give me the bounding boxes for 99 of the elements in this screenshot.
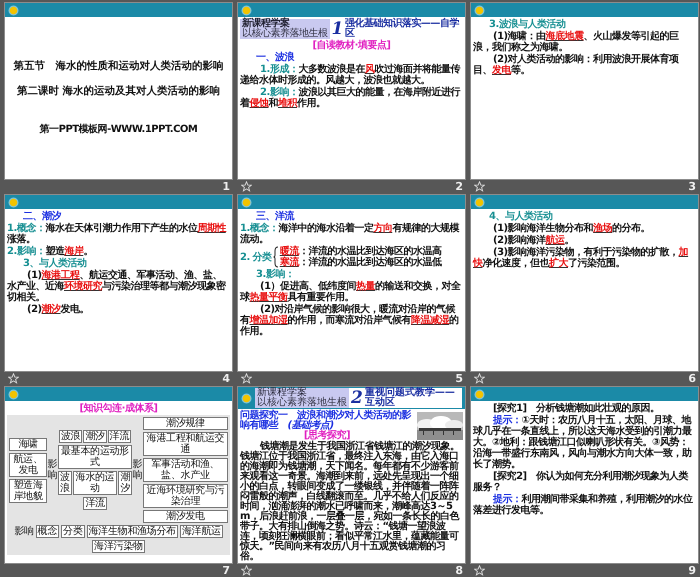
diagram-box: 海港工程和航运交通 — [143, 432, 228, 456]
slide-paragraph: 1.概念：海水在天体引潮力作用下产生的水位周期性 涨落。 — [7, 223, 228, 245]
slide-number: 1 — [222, 180, 230, 193]
diagram-box: 概念 — [36, 525, 60, 538]
slide-thumbnail[interactable]: 三、洋流 1.概念：海洋中的海水沿着一定方向有规律的大规模流动。 2. 分类 暖流：洋流的水温比到达海区的水温高 寒流：洋流的水温比到达海区的水温低 3.影响： (1）促进高、低纬度间热量的输送和交换，对全球热量平衡具有重要作用。 (2)对沿岸气候的影响很大，暖流对沿岸的气候有增温加湿的作用，而寒流对沿岸气候有降温减湿的作用。 — [237, 194, 466, 372]
slide-thumbnail[interactable]: 二、潮汐 1.概念：海水在天体引潮力作用下产生的水位周期性 涨落。 2.影响：塑造海岸。 3、与人类活动 (1)海港工程、航运交通、军事活动、渔、盐、水产业、近海环境研究与污染治理等都与潮汐现象密切相关。 (2)潮汐发电。 — [4, 194, 233, 372]
slide-thumbnail[interactable]: 3.波浪与人类活动 (1)海啸：由海底地震、火山爆发等引起的巨浪，我们称之为海啸。 (2)对人类活动的影响：利用波浪开展体育项目、发电等。 — [470, 2, 699, 180]
slide-number: 9 — [688, 564, 696, 577]
star-icon[interactable] — [474, 565, 485, 576]
diagram-box: 潮汐 — [118, 471, 132, 495]
sun-icon — [474, 388, 485, 400]
slide-paragraph: 提示：利用潮间带采集和养殖，利用潮汐的水位落差进行发电等。 — [473, 494, 694, 516]
diagram-box: 近海环境研究与污染治理 — [143, 484, 228, 508]
diagram-box: 分类 — [61, 525, 85, 538]
slide-number: 3 — [688, 180, 696, 193]
diagram-box: 海洋生物和渔场分布 — [86, 525, 178, 538]
diagram-box: 海水的运动 — [72, 471, 118, 495]
question-heading: 问题探究一 波浪和潮汐对人类活动的影响有哪些 (基础考点) — [240, 411, 412, 431]
diagram-box: 海洋污染物 — [92, 540, 145, 553]
banner-subtitle: 以核心素养落地生根 — [257, 398, 347, 408]
diagram-box: 潮汐规律 — [143, 417, 228, 430]
diagram-box: 最基本的运动形式 — [58, 445, 132, 469]
slide-title: 第二课时 海水的运动及其对人类活动的影响 — [17, 85, 220, 97]
slide-number: 7 — [222, 564, 230, 577]
slide-paragraph: 提示：①天时：农历八月十五，太阳、月球、地球几乎在一条直线上，所以这天海水受到的引潮力最大。②地利：跟钱塘江口似喇叭形状有关。③风势：沿海一带盛行东南风，风向与潮水方向大体一致，助长了潮势。 — [473, 415, 693, 470]
diagram-label: 影响 — [14, 526, 34, 537]
slide-heading: 3.影响： — [255, 269, 296, 280]
slide-paragraph: [探究2] 你认为如何充分利用潮汐现象为人类服务？ — [473, 471, 690, 493]
sun-icon — [241, 4, 252, 16]
banner-subtitle: 以核心素养落地生根 — [242, 29, 328, 39]
slide-heading: 3.波浪与人类活动 — [488, 19, 566, 30]
slide-number: 6 — [688, 372, 696, 385]
section-number: 2 — [351, 388, 363, 408]
slide-paragraph: (1)海啸：由海底地震、火山爆发等引起的巨浪，我们称之为海啸。 — [473, 31, 680, 53]
slide-thumbnail[interactable]: [探究1] 分析钱塘潮如此壮观的原因。 提示：①天时：农历八月十五，太阳、月球、地球几乎在一条直线上，所以这天海水受到的引潮力最大。②地利：跟钱塘江口似喇叭形状有关。③风势：沿海一带盛行东南风，风向与潮水方向大体一致，助长了潮势。 [探究2] 你认为如何充分利用潮汐现象为人类服务？ 提示：利用潮间带采集和养殖，利用潮汐的水位落差进行发电等。 — [470, 386, 699, 564]
section-tag: [知识勾连·成体系] — [7, 403, 230, 414]
slide-number: 8 — [455, 564, 463, 577]
star-icon[interactable] — [8, 373, 19, 384]
slide-paragraph: 寒流：洋流的水温比到达海区的水温低 — [280, 257, 442, 268]
star-icon[interactable] — [474, 181, 485, 192]
slide-paragraph: (2)影响海洋航运。 — [492, 235, 576, 246]
banner-title: 新课程学案 — [242, 19, 290, 29]
sun-icon — [474, 196, 485, 208]
diagram-box: 波浪 — [58, 471, 72, 495]
slide-paragraph: 1.形成：大多数波浪是在风吹过海面并将能量传递给水体时形成的。风越大，波浪也就越大。 — [240, 64, 462, 86]
slide-paragraph: 暖流：洋流的水温比到达海区的水温高 — [280, 246, 442, 257]
sun-icon — [8, 4, 19, 16]
section-title: 强化基础知识落实——自学区 — [344, 19, 460, 39]
star-icon[interactable] — [474, 373, 485, 384]
slide-paragraph: (1)海港工程、航运交通、军事活动、渔、盐、水产业、近海环境研究与污染治理等都与潮汐现象密切相关。 — [7, 270, 227, 303]
star-icon[interactable] — [241, 565, 252, 576]
slide-paragraph: (1）促进高、低纬度间热量的输送和交换，对全球热量平衡具有重要作用。 — [240, 281, 462, 303]
slide-heading: 3、与人类活动 — [22, 258, 88, 269]
slide-paragraph: 1.概念：海洋中的海水沿着一定方向有规律的大规模流动。 — [240, 223, 460, 245]
slide-paragraph: (2)对人类活动的影响：利用波浪开展体育项目、发电等。 — [473, 54, 680, 76]
slide-paragraph: 2.影响：塑造海岸。 — [7, 246, 94, 257]
slide-number: 4 — [222, 372, 230, 385]
slide-heading: 一、波浪 — [255, 52, 296, 63]
diagram-box: 航运、发电 — [9, 452, 47, 476]
diagram-box: 塑造海岸地貌 — [9, 478, 47, 502]
slide-paragraph: 钱塘潮是发生于我国浙江省钱塘江的潮汐现象。钱塘江位于我国浙江省，最终注入东海，由它入海口的海潮即为钱塘潮，天下闻名。每年都有不少游客前来观看这一奇景。海潮到来前，远处先呈现出一个细小的白点，转眼间变成了一缕银线，并伴随着一阵阵闷雷般的潮声，白线翻滚而至。几乎不给人们反应的时间，汹涌澎湃的潮水已呼啸而来，潮峰高达3～5 m，后浪赶前浪，一层叠一层，宛如一条长长的白色带子。大有排山倒海之势。诗云：“钱塘一望浪波连，顷刻狂澜横眼前；看似平常江水里，蕴藏能量可惊天。”民间向来有农历八月十五观赏钱塘潮的习俗。 — [240, 442, 460, 562]
slide-paragraph: [探究1] 分析钱塘潮如此壮观的原因。 — [492, 403, 661, 414]
star-icon[interactable] — [241, 373, 252, 384]
slide-paragraph: (1)影响海洋生物分布和渔场的分布。 — [492, 223, 652, 234]
brace-label: 2. 分类 — [240, 252, 272, 262]
diagram-box: 潮汐发电 — [143, 510, 228, 523]
sun-icon — [241, 392, 252, 404]
star-icon[interactable] — [241, 181, 252, 192]
section-tag: [自读教材·填要点] — [240, 40, 463, 51]
slide-title: 第五节 海水的性质和运动对人类活动的影响 — [14, 60, 224, 72]
sun-icon — [8, 196, 19, 208]
sun-icon — [474, 4, 485, 16]
slide-thumbnail[interactable]: 4、与人类活动 (1)影响海洋生物分布和渔场的分布。 (2)影响海洋航运。 (3)影响海洋污染物，有利于污染物的扩散，加快净化速度，但也扩大了污染范围。 — [470, 194, 699, 372]
diagram-box: 海啸 — [9, 438, 47, 450]
slide-paragraph: 2.影响：波浪以其巨大的能量，在海岸附近进行着侵蚀和堆积作用。 — [240, 87, 462, 109]
section-tag: [思考探究] — [240, 431, 414, 441]
slide-heading: 二、潮汐 — [22, 211, 62, 222]
footer-text: 第一PPT模板网-WWW.1PPT.COM — [40, 124, 198, 135]
diagram-box: 洋流 — [83, 497, 107, 510]
section-number: 1 — [332, 19, 343, 39]
diagram-box: 潮汐 — [83, 430, 107, 443]
slide-number: 5 — [455, 372, 463, 385]
brace-icon — [272, 246, 279, 268]
diagram-box: 波浪 — [58, 430, 82, 443]
diagram-box: 洋流 — [108, 430, 132, 443]
slide-thumbnail[interactable] — [237, 386, 466, 564]
slide-heading: 三、洋流 — [255, 211, 296, 222]
sun-icon — [8, 388, 19, 400]
slide-paragraph: (2)对沿岸气候的影响很大，暖流对沿岸的气候有增温加湿的作用，而寒流对沿岸气候有降温减湿的作用。 — [240, 304, 460, 337]
sun-icon — [241, 196, 252, 208]
diagram-label: 影响 — [132, 459, 142, 481]
diagram-box: 军事活动和渔、盐、水产业 — [143, 458, 228, 482]
slide-paragraph: (3)影响海洋污染物，有利于污染物的扩散，加快净化速度，但也扩大了污染范围。 — [473, 247, 690, 269]
diagram-box: 海洋航运 — [180, 525, 223, 538]
slide-heading: 4、与人类活动 — [488, 211, 554, 222]
slide-paragraph: (2)潮汐发电。 — [26, 304, 90, 315]
diagram-label: 影响 — [48, 459, 58, 481]
slide-number: 2 — [455, 180, 463, 193]
slide-thumbnail[interactable]: 第五节 海水的性质和运动对人类活动的影响 第二课时 海水的运动及其对人类活动的影响 第一PPT模板网-WWW.1PPT.COM — [4, 2, 233, 180]
